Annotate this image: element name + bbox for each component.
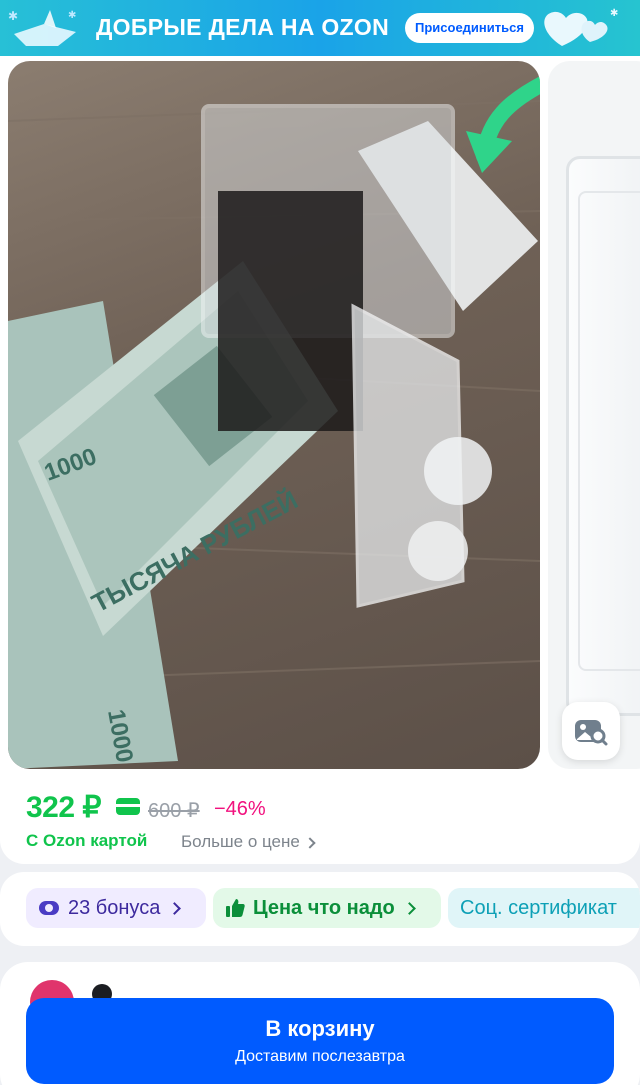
svg-text:✱: ✱ (8, 9, 18, 23)
join-button[interactable]: Присоединиться (405, 13, 534, 43)
price-section: 322 ₽ 600 ₽ −46% С Ozon картой Больше о … (0, 776, 640, 864)
image-search-button[interactable] (562, 702, 620, 760)
delivery-label: Доставим послезавтра (235, 1048, 405, 1065)
social-certificate-chip-label: Соц. сертификат (460, 896, 617, 919)
old-price: 600 ₽ (148, 800, 200, 822)
product-page: ✱ ✱ ДОБРЫЕ ДЕЛА НА OZON Присоединиться ✱ (0, 0, 640, 1085)
ozon-card-label: С Ozon картой (26, 831, 148, 850)
promo-banner[interactable]: ✱ ✱ ДОБРЫЕ ДЕЛА НА OZON Присоединиться ✱ (0, 0, 640, 56)
bonus-chip[interactable]: 23 бонуса (26, 888, 206, 928)
photo-illustration: ТЫСЯЧА РУБЛЕЙ 1000 1000 (8, 76, 540, 769)
chevron-right-icon (168, 901, 182, 915)
product-gallery[interactable]: ТЫСЯЧА РУБЛЕЙ 1000 1000 (0, 56, 640, 776)
current-price: 322 ₽ (26, 791, 101, 824)
ozon-card-icon (116, 798, 140, 815)
chevron-right-icon (304, 837, 316, 849)
social-certificate-chip[interactable]: Соц. сертификат (448, 888, 640, 928)
svg-text:✱: ✱ (68, 10, 76, 21)
chevron-right-icon (402, 901, 416, 915)
hearts-icon: ✱ (544, 8, 618, 47)
add-to-cart-button[interactable]: В корзину Доставим послезавтра (26, 998, 614, 1084)
bonus-icon (38, 899, 60, 917)
add-to-cart-label: В корзину (265, 1016, 375, 1041)
good-price-chip[interactable]: Цена что надо (213, 888, 441, 928)
more-about-price-label: Больше о цене (181, 832, 300, 851)
banner-title: ДОБРЫЕ ДЕЛА НА OZON (96, 14, 390, 40)
more-about-price-link[interactable]: Больше о цене (181, 832, 316, 852)
good-price-chip-label: Цена что надо (253, 896, 395, 919)
paper-boat-icon: ✱ ✱ (8, 9, 76, 46)
product-photo-next[interactable] (548, 61, 640, 769)
svg-text:✱: ✱ (610, 8, 618, 19)
discount-badge: −46% (214, 798, 266, 820)
product-photo[interactable]: ТЫСЯЧА РУБЛЕЙ 1000 1000 (8, 61, 540, 769)
badges-row: 23 бонуса Цена что надо Соц. сертификат (0, 872, 640, 946)
case-image-inner (578, 191, 640, 671)
image-search-icon (575, 720, 608, 746)
thumbs-up-icon (225, 898, 245, 918)
bonus-chip-label: 23 бонуса (68, 896, 161, 919)
